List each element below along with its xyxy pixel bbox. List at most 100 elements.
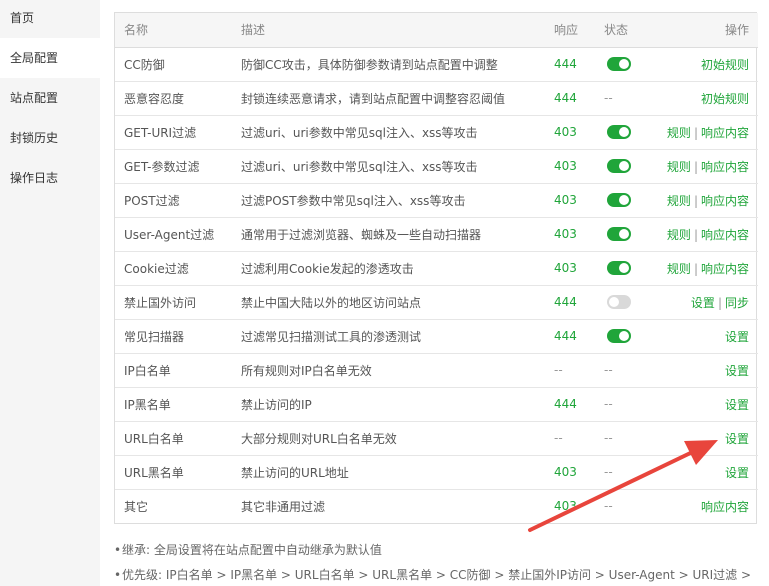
- op-link[interactable]: 规则: [667, 228, 691, 242]
- op-separator: |: [693, 159, 698, 174]
- sidebar-item-0[interactable]: 首页: [0, 0, 100, 38]
- table-row: URL白名单 大部分规则对URL白名单无效 -- -- 设置: [115, 421, 758, 456]
- rule-name: IP黑名单: [115, 387, 232, 422]
- state-toggle[interactable]: [607, 295, 631, 310]
- response-code: --: [554, 363, 563, 377]
- response-code[interactable]: 444: [554, 57, 577, 71]
- op-link[interactable]: 响应内容: [701, 194, 749, 208]
- response-code[interactable]: 444: [554, 295, 577, 309]
- toggle-knob-icon: [609, 297, 619, 308]
- op-separator: |: [693, 193, 698, 208]
- rule-name: 常见扫描器: [115, 319, 232, 354]
- op-link[interactable]: 规则: [667, 160, 691, 174]
- op-link[interactable]: 响应内容: [701, 126, 749, 140]
- rule-description: 过滤uri、uri参数中常见sql注入、xss等攻击: [232, 149, 545, 184]
- op-separator: |: [693, 227, 698, 242]
- header-operation: 操作: [653, 13, 758, 48]
- state-toggle[interactable]: [607, 329, 631, 344]
- rule-name: IP白名单: [115, 353, 232, 388]
- op-link[interactable]: 初始规则: [701, 92, 749, 106]
- rule-name: CC防御: [115, 47, 232, 82]
- op-link[interactable]: 同步: [725, 296, 749, 310]
- table-row: URL黑名单 禁止访问的URL地址 403 -- 设置: [115, 455, 758, 490]
- state-empty: --: [604, 465, 613, 479]
- response-code[interactable]: 403: [554, 465, 577, 479]
- op-link[interactable]: 规则: [667, 194, 691, 208]
- state-toggle[interactable]: [607, 227, 631, 242]
- rule-description: 过滤POST参数中常见sql注入、xss等攻击: [232, 183, 545, 218]
- state-toggle[interactable]: [607, 159, 631, 174]
- op-link[interactable]: 响应内容: [701, 228, 749, 242]
- toggle-knob-icon: [619, 161, 629, 172]
- sidebar-item-3[interactable]: 封锁历史: [0, 118, 100, 158]
- rule-description: 过滤利用Cookie发起的渗透攻击: [232, 251, 545, 286]
- rule-description: 通常用于过滤浏览器、蜘蛛及一些自动扫描器: [232, 217, 545, 252]
- op-link[interactable]: 响应内容: [701, 262, 749, 276]
- op-link[interactable]: 设置: [725, 432, 749, 446]
- op-separator: |: [693, 125, 698, 140]
- header-desc: 描述: [232, 13, 545, 48]
- rule-name: 其它: [124, 499, 149, 514]
- state-empty: --: [604, 431, 613, 445]
- rule-name: User-Agent过滤: [115, 217, 232, 252]
- sidebar-item-1[interactable]: 全局配置: [0, 38, 100, 78]
- op-link[interactable]: 响应内容: [701, 500, 749, 514]
- response-code: --: [554, 431, 563, 445]
- note-item: 优先级: IP白名单 > IP黑名单 > URL白名单 > URL黑名单 > C…: [114, 563, 764, 586]
- response-code[interactable]: 403: [554, 125, 577, 139]
- state-toggle[interactable]: [607, 125, 631, 140]
- state-empty: --: [604, 499, 613, 514]
- rule-description: 其它非通用过滤: [241, 499, 326, 514]
- response-code[interactable]: 403: [554, 193, 577, 207]
- rule-name: GET-URI过滤: [115, 115, 232, 150]
- table-row: 常见扫描器 过滤常见扫描测试工具的渗透测试 444 设置: [115, 319, 758, 354]
- rule-description: 大部分规则对URL白名单无效: [232, 421, 545, 456]
- op-link[interactable]: 设置: [691, 296, 715, 310]
- rule-name: Cookie过滤: [115, 251, 232, 286]
- op-link[interactable]: 初始规则: [701, 58, 749, 72]
- toggle-knob-icon: [619, 229, 629, 240]
- response-code[interactable]: 444: [554, 397, 577, 411]
- response-code[interactable]: 403: [554, 159, 577, 173]
- rule-name: 禁止国外访问: [115, 285, 232, 320]
- response-code[interactable]: 403: [554, 499, 577, 513]
- response-code[interactable]: 444: [554, 329, 577, 343]
- op-link[interactable]: 设置: [725, 330, 749, 344]
- response-code[interactable]: 403: [554, 227, 577, 241]
- rule-name: URL白名单: [115, 421, 232, 456]
- rule-description: 过滤常见扫描测试工具的渗透测试: [232, 319, 545, 354]
- note-item: 继承: 全局设置将在站点配置中自动继承为默认值: [114, 538, 764, 563]
- rule-name: URL黑名单: [115, 455, 232, 490]
- op-link[interactable]: 设置: [725, 466, 749, 480]
- rule-description: 所有规则对IP白名单无效: [232, 353, 545, 388]
- sidebar-item-2[interactable]: 站点配置: [0, 78, 100, 118]
- rule-description: 禁止访问的IP: [232, 387, 545, 422]
- op-link[interactable]: 规则: [667, 262, 691, 276]
- table-header-row: 名称 描述 响应 状态 操作: [115, 13, 758, 48]
- op-link[interactable]: 设置: [725, 398, 749, 412]
- rule-description: 过滤uri、uri参数中常见sql注入、xss等攻击: [232, 115, 545, 150]
- rule-description: 防御CC攻击，具体防御参数请到站点配置中调整: [232, 47, 545, 82]
- sidebar-item-4[interactable]: 操作日志: [0, 158, 100, 198]
- rule-description: 禁止中国大陆以外的地区访问站点: [232, 285, 545, 320]
- response-code[interactable]: 403: [554, 261, 577, 275]
- toggle-knob-icon: [619, 59, 629, 70]
- rule-description: 禁止访问的URL地址: [232, 455, 545, 490]
- header-response: 响应: [545, 13, 595, 48]
- table-row: IP白名单 所有规则对IP白名单无效 -- -- 设置: [115, 353, 758, 388]
- op-link[interactable]: 设置: [725, 364, 749, 378]
- table-row: POST过滤 过滤POST参数中常见sql注入、xss等攻击 403 规则 | 响应内容: [115, 183, 758, 218]
- rules-table: 名称 描述 响应 状态 操作 CC防御 防御CC攻击，具体防御参数请到站点配置中调…: [114, 12, 758, 524]
- op-link[interactable]: 规则: [667, 126, 691, 140]
- state-toggle[interactable]: [607, 261, 631, 276]
- notes: 继承: 全局设置将在站点配置中自动继承为默认值优先级: IP白名单 > IP黑名…: [114, 538, 764, 586]
- table-row: User-Agent过滤 通常用于过滤浏览器、蜘蛛及一些自动扫描器 403 规则 | 响应…: [115, 217, 758, 252]
- toggle-knob-icon: [619, 331, 629, 342]
- op-separator: |: [693, 261, 698, 276]
- response-code[interactable]: 444: [554, 91, 577, 105]
- state-empty: --: [604, 91, 613, 105]
- state-toggle[interactable]: [607, 193, 631, 208]
- rule-description: 封锁连续恶意请求，请到站点配置中调整容忍阈值: [232, 81, 545, 116]
- state-toggle[interactable]: [607, 57, 631, 72]
- op-link[interactable]: 响应内容: [701, 160, 749, 174]
